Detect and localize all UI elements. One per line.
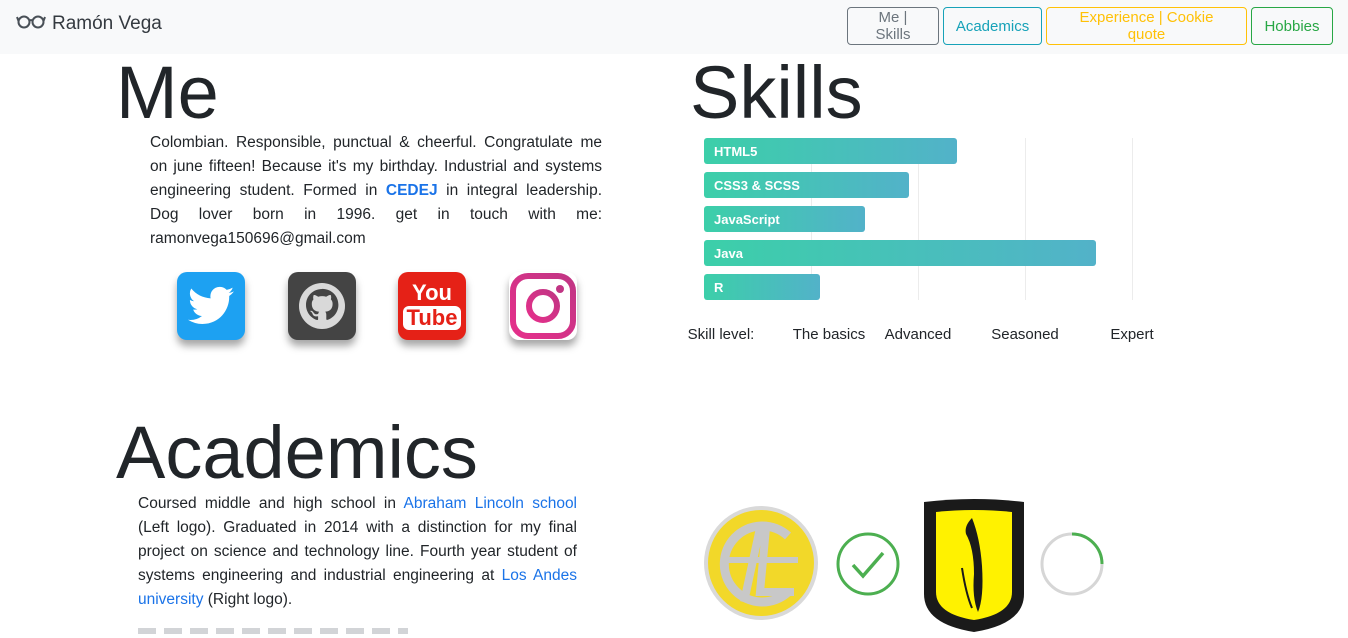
skill-bar: HTML5 [704, 138, 957, 164]
los-andes-logo [922, 498, 1026, 634]
skills-title: Skills [690, 51, 863, 134]
skills-axis-label: Skill level: [687, 326, 755, 343]
brand[interactable]: Ramón Vega [16, 13, 162, 35]
skills-tick-label: Seasoned [991, 326, 1059, 343]
skill-bar: CSS3 & SCSS [704, 172, 910, 198]
skill-bar: Java [704, 240, 1096, 266]
skills-gridline [1025, 138, 1026, 300]
nav-hobbies-button[interactable]: Hobbies [1251, 7, 1333, 45]
nav-academics-button[interactable]: Academics [943, 7, 1042, 45]
cutoff-text-line [138, 628, 408, 634]
brand-name: Ramón Vega [52, 13, 162, 34]
instagram-icon[interactable] [509, 272, 577, 340]
abraham-lincoln-link[interactable]: Abraham Lincoln school [404, 495, 578, 512]
cedej-link[interactable]: CEDEJ [386, 182, 438, 199]
skill-bar: R [704, 274, 820, 300]
academics-text-1: Coursed middle and high school in [138, 495, 404, 512]
academics-title: Academics [116, 411, 478, 494]
skills-gridline [1132, 138, 1133, 300]
abraham-lincoln-logo [702, 502, 820, 624]
twitter-icon[interactable] [177, 272, 245, 340]
skills-tick-label: Advanced [884, 326, 952, 343]
skills-tick-label: The basics [792, 326, 866, 343]
nav-me-skills-button[interactable]: Me | Skills [847, 7, 939, 45]
github-icon[interactable] [288, 272, 356, 340]
check-circle-icon [835, 531, 901, 597]
academics-text-3: (Right logo). [203, 591, 293, 608]
me-title: Me [116, 51, 219, 134]
youtube-icon[interactable]: You Tube [398, 272, 466, 340]
me-bio: Colombian. Responsible, punctual & cheer… [150, 131, 602, 251]
navbar: Ramón Vega Me | Skills Academics Experie… [0, 0, 1348, 54]
nav-experience-button[interactable]: Experience | Cookie quote [1046, 7, 1247, 45]
glasses-icon [16, 13, 46, 35]
skills-tick-label: Expert [1110, 326, 1154, 343]
loading-circle-icon [1039, 531, 1105, 597]
skill-bar: JavaScript [704, 206, 865, 232]
academics-text: Coursed middle and high school in Abraha… [138, 492, 577, 612]
